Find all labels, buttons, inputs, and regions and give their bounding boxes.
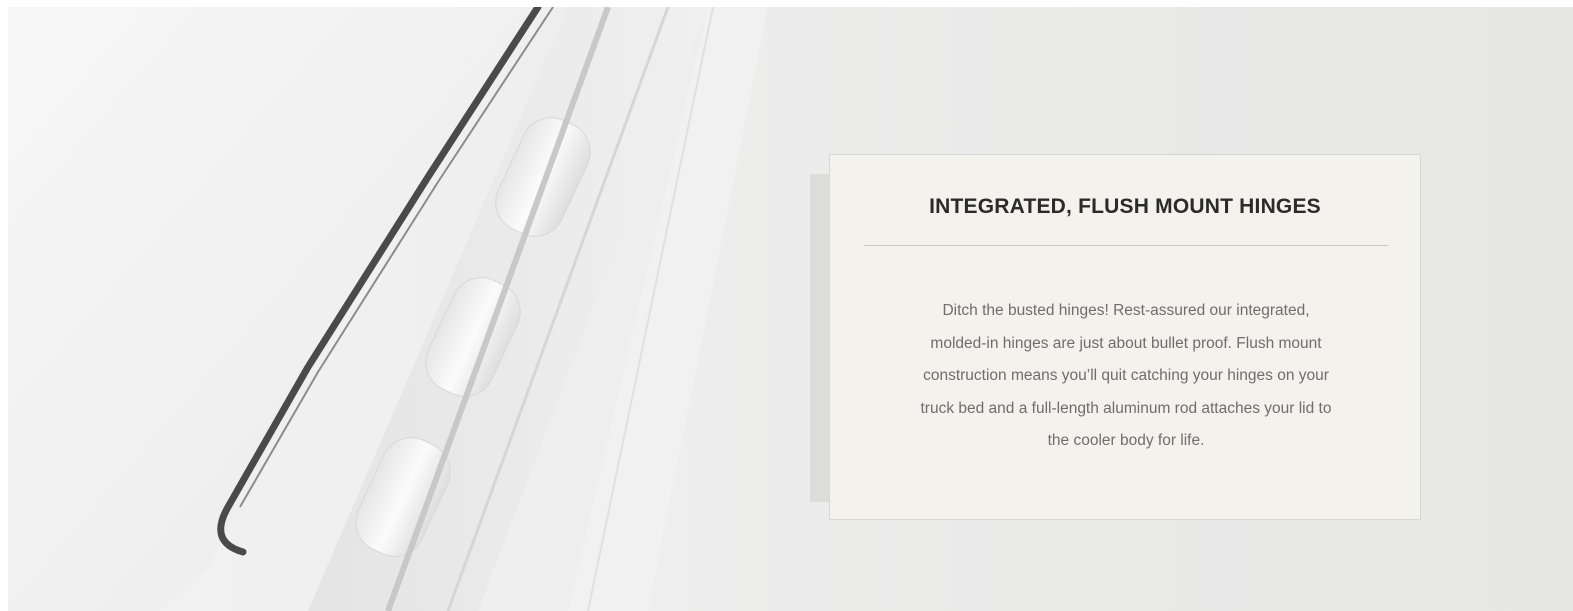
hero-section: INTEGRATED, FLUSH MOUNT HINGES Ditch the…	[8, 7, 1573, 611]
description-line: construction means you’ll quit catching …	[923, 367, 1329, 384]
description-line: Ditch the busted hinges! Rest-assured ou…	[942, 302, 1310, 319]
description-line: the cooler body for life.	[1047, 432, 1205, 449]
description-line: molded-in hinges are just about bullet p…	[930, 334, 1322, 352]
feature-description: Ditch the busted hinges! Rest-assured ou…	[866, 295, 1386, 458]
feature-card: INTEGRATED, FLUSH MOUNT HINGES Ditch the…	[829, 154, 1421, 520]
title-divider	[864, 245, 1388, 246]
feature-title: INTEGRATED, FLUSH MOUNT HINGES	[929, 195, 1321, 218]
description-line: truck bed and a full-length aluminum rod…	[920, 399, 1332, 417]
